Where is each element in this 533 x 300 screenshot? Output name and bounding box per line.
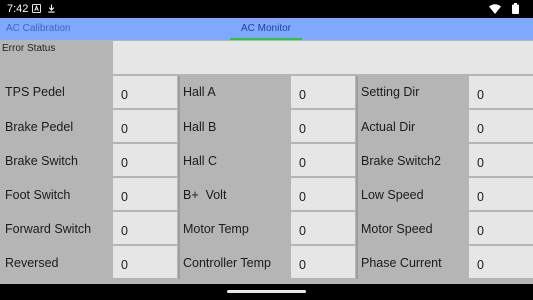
phase-current-value: 0: [469, 246, 533, 278]
tps-pedel-label: TPS Pedel: [5, 85, 65, 99]
wifi-icon: [489, 4, 501, 14]
foot-switch-value: 0: [113, 178, 177, 210]
low-speed-value: 0: [469, 178, 533, 210]
reversed-label: Reversed: [5, 256, 59, 270]
setting-dir-value: 0: [469, 76, 533, 108]
brake-pedel-value: 0: [113, 110, 177, 142]
forward-switch-value: 0: [113, 212, 177, 244]
hall-b-label: Hall B: [183, 120, 217, 134]
actual-dir-label: Actual Dir: [361, 120, 416, 134]
column-divider: [178, 76, 180, 279]
controller-temp-value: 0: [291, 246, 355, 278]
brake-switch2-label: Brake Switch2: [361, 154, 441, 168]
hall-c-label: Hall C: [183, 154, 218, 168]
gesture-nav-bar: [0, 284, 533, 300]
battery-icon: [512, 3, 519, 14]
tab-ac-calibration[interactable]: AC Calibration: [0, 18, 80, 40]
error-status-label: Error Status: [2, 43, 56, 54]
tab-bar: AC Calibration AC Monitor: [0, 18, 533, 40]
tab-ac-monitor[interactable]: AC Monitor: [226, 18, 306, 40]
battery-volt-label: B+ Volt: [183, 188, 227, 202]
actual-dir-value: 0: [469, 110, 533, 142]
status-time: 7:42: [7, 3, 29, 15]
tps-pedel-value: 0: [113, 76, 177, 108]
brake-switch-label: Brake Switch: [5, 154, 78, 168]
hall-c-value: 0: [291, 144, 355, 176]
forward-switch-label: Forward Switch: [5, 222, 92, 236]
error-status-field: [113, 41, 533, 74]
motor-temp-label: Motor Temp: [183, 222, 249, 236]
reversed-value: 0: [113, 246, 177, 278]
brake-switch2-value: 0: [469, 144, 533, 176]
hall-b-value: 0: [291, 110, 355, 142]
column-divider: [356, 76, 358, 279]
notification-a-icon: [32, 4, 41, 13]
hall-a-label: Hall A: [183, 85, 216, 99]
status-bar: 7:42: [0, 0, 533, 18]
download-icon: [48, 4, 55, 13]
low-speed-label: Low Speed: [361, 188, 424, 202]
motor-temp-value: 0: [291, 212, 355, 244]
home-gesture-handle[interactable]: [227, 290, 306, 293]
battery-volt-value: 0: [291, 178, 355, 210]
motor-speed-value: 0: [469, 212, 533, 244]
setting-dir-label: Setting Dir: [361, 85, 420, 99]
hall-a-value: 0: [291, 76, 355, 108]
foot-switch-label: Foot Switch: [5, 188, 71, 202]
tab-ac-monitor-label: AC Monitor: [240, 23, 291, 34]
controller-temp-label: Controller Temp: [183, 256, 272, 270]
motor-speed-label: Motor Speed: [361, 222, 433, 236]
monitor-panel: Error Status TPS Pedel 0 Brake Pedel 0 B…: [0, 40, 533, 284]
phase-current-label: Phase Current: [361, 256, 442, 270]
brake-switch-value: 0: [113, 144, 177, 176]
brake-pedel-label: Brake Pedel: [5, 120, 74, 134]
